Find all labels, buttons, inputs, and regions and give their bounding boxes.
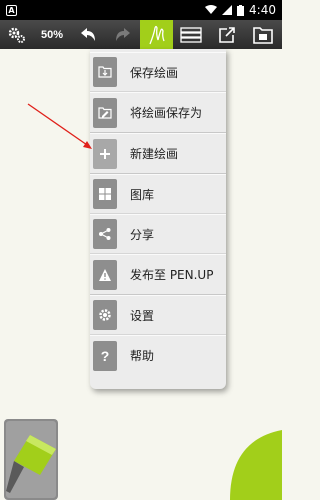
pen-button[interactable] [140,20,173,49]
brush-preview-shape [230,430,282,500]
save-icon [93,57,117,87]
question-icon: ? [93,340,117,371]
share-icon [93,219,117,249]
paint-roller-icon [4,419,58,500]
menu-item-label: 帮助 [130,349,155,363]
status-bar: A 4:40 [0,0,282,20]
menu-item-share[interactable]: 分享 [90,214,226,254]
file-menu: 保存绘画 将绘画保存为 新建绘画 图库 分享 发布至 PEN.UP 设置 ? 帮… [90,49,226,389]
redo-button[interactable] [105,20,140,49]
zoom-level[interactable]: 50% [34,20,70,49]
folder-icon [253,26,273,44]
menu-item-publish[interactable]: 发布至 PEN.UP [90,254,226,294]
export-icon [219,26,235,43]
menu-item-label: 新建绘画 [130,147,179,161]
menu-item-label: 设置 [130,308,155,323]
menu-item-label: 分享 [130,227,155,242]
menu-group-settings: 设置 ? 帮助 [90,295,226,375]
brush-tool-button[interactable] [0,413,64,500]
menu-item-help[interactable]: ? 帮助 [90,335,226,375]
plus-icon [93,138,117,169]
brush-preview[interactable] [230,430,282,500]
layers-button[interactable] [173,20,209,49]
menu-item-label: 将绘画保存为 [130,106,203,120]
menu-group-share: 图库 分享 发布至 PEN.UP [90,174,226,295]
notification-icon: A [6,4,17,16]
undo-icon [80,27,95,41]
save-as-icon [93,97,117,128]
signal-icon [222,5,233,15]
menu-item-gallery[interactable]: 图库 [90,174,226,214]
menu-item-label: 保存绘画 [130,65,179,80]
settings-button[interactable] [0,20,34,49]
warning-icon [93,259,117,290]
grid-icon [93,179,117,209]
export-button[interactable] [209,20,245,49]
undo-button[interactable] [70,20,105,49]
gallery-button[interactable] [245,20,281,49]
battery-icon [237,4,245,16]
gear-icon [93,300,117,330]
toolbar: 50% [0,20,282,49]
status-time: 4:40 [249,3,276,17]
menu-item-save[interactable]: 保存绘画 [90,52,226,92]
menu-item-new-drawing[interactable]: 新建绘画 [90,133,226,173]
pen-icon [148,25,165,44]
wifi-icon [205,5,218,14]
menu-item-label: 图库 [130,187,155,202]
menu-item-settings[interactable]: 设置 [90,295,226,335]
menu-item-label: 发布至 PEN.UP [130,268,214,282]
redo-icon [115,27,130,41]
status-right: 4:40 [205,3,276,17]
settings-icon [8,27,25,43]
layers-icon [180,26,202,43]
menu-item-save-as[interactable]: 将绘画保存为 [90,92,226,132]
menu-group-save: 保存绘画 将绘画保存为 [90,52,226,133]
menu-group-new: 新建绘画 [90,133,226,174]
